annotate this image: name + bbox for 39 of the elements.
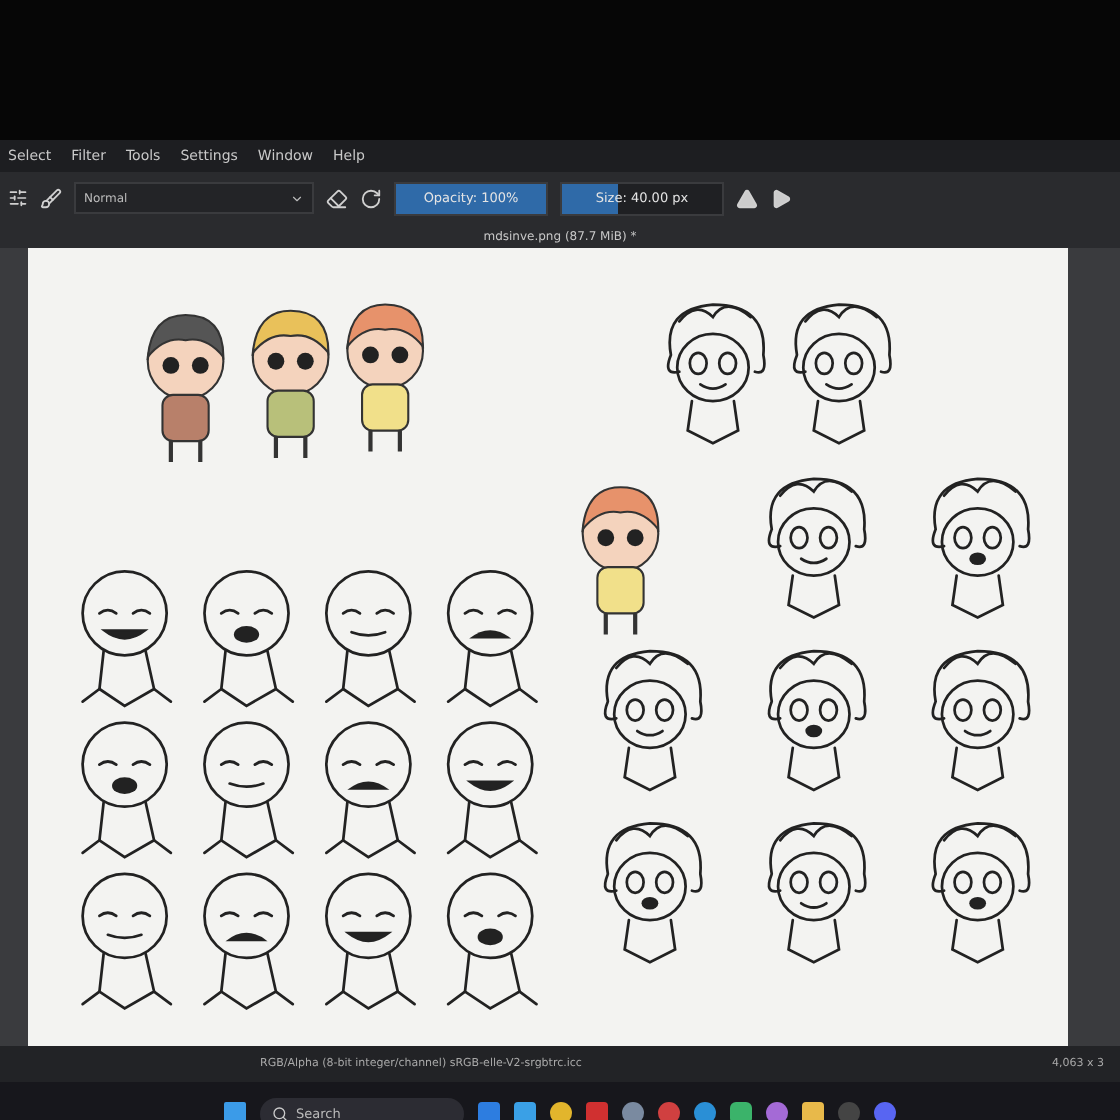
face-sketch (931, 822, 1031, 964)
app-icon[interactable] (550, 1102, 572, 1120)
face-sketch (603, 822, 703, 964)
face-sketch (931, 649, 1031, 792)
face-sketch (81, 570, 173, 708)
face-sketch (324, 872, 416, 1010)
app-icon[interactable] (730, 1102, 752, 1120)
search-icon (272, 1105, 288, 1120)
face-sketch (446, 570, 538, 708)
app-icon[interactable] (766, 1102, 788, 1120)
face-sketch (81, 872, 173, 1010)
brush-icon[interactable] (40, 187, 62, 209)
face-sketch (324, 570, 416, 708)
face-sketch (81, 721, 173, 859)
canvas[interactable] (28, 248, 1068, 1046)
face-sketch (603, 649, 703, 792)
face-sketch (203, 872, 295, 1010)
app-icon[interactable] (658, 1102, 680, 1120)
face-sketch (203, 721, 295, 859)
face-sketch (767, 477, 867, 620)
face-sketch (767, 649, 867, 792)
face-sketch (324, 721, 416, 859)
face-sketch (446, 872, 538, 1010)
face-sketch (792, 303, 892, 445)
face-sketch (203, 570, 295, 708)
start-icon[interactable] (224, 1102, 246, 1120)
play-icon[interactable] (770, 187, 792, 209)
app-icon[interactable] (694, 1102, 716, 1120)
face-sketch (931, 477, 1031, 620)
app-icon[interactable] (622, 1102, 644, 1120)
caret-icon (290, 191, 304, 205)
app-icon[interactable] (874, 1102, 896, 1120)
face-sketch (446, 721, 538, 859)
triangle-icon[interactable] (736, 187, 758, 209)
face-sketch (666, 303, 766, 445)
sliders-icon[interactable] (8, 188, 28, 208)
face-sketch (767, 822, 867, 964)
eraser-icon[interactable] (326, 187, 348, 209)
rotate-icon[interactable] (360, 187, 382, 209)
